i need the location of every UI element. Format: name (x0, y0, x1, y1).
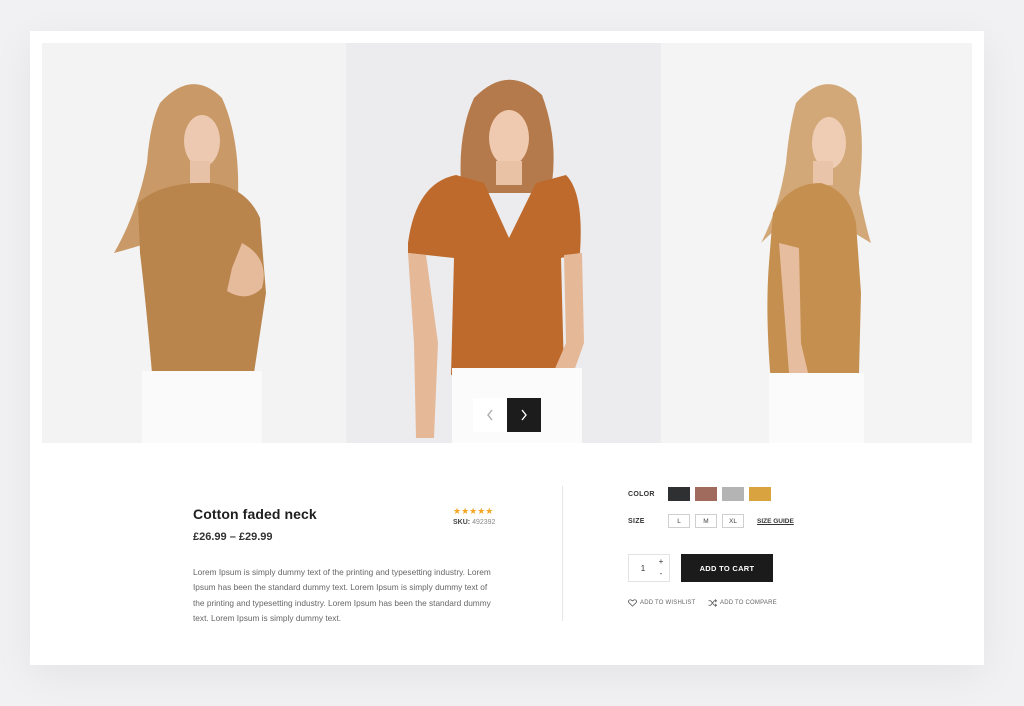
add-to-cart-button[interactable]: ADD TO CART (681, 554, 773, 582)
heart-icon (628, 599, 637, 607)
sku-label: SKU: (453, 519, 471, 526)
model-side-illustration (761, 84, 871, 443)
info-divider (562, 486, 563, 621)
product-image-front-view[interactable] (346, 43, 661, 443)
shuffle-icon (708, 599, 717, 607)
rating-stars-icon: ★★★★★ (453, 506, 494, 516)
size-guide-link[interactable]: SIZE GUIDE (757, 518, 794, 525)
product-sku: SKU: 492392 (453, 519, 513, 526)
model-front-illustration (408, 79, 584, 443)
quantity-decrease-button[interactable]: - (655, 568, 667, 580)
model-back-illustration (114, 84, 266, 443)
product-description: Lorem Ipsum is simply dummy text of the … (193, 567, 491, 623)
chevron-left-icon (487, 409, 493, 421)
product-image-back-view[interactable] (42, 43, 346, 443)
quantity-value[interactable]: 1 (629, 555, 657, 581)
size-option-l[interactable]: L (668, 514, 690, 528)
size-option-m[interactable]: M (695, 514, 717, 528)
product-gallery (42, 43, 972, 443)
color-swatch-grey[interactable] (722, 487, 744, 501)
chevron-right-icon (521, 409, 527, 421)
size-label: SIZE (628, 518, 645, 525)
quantity-stepper: 1 + - (628, 554, 670, 582)
color-label: COLOR (628, 491, 655, 498)
compare-label: ADD TO COMPARE (720, 600, 777, 606)
color-swatch-dark[interactable] (668, 487, 690, 501)
quantity-increase-button[interactable]: + (655, 556, 667, 568)
product-card: Cotton faded neck £26.99 – £29.99 ★★★★★ … (30, 31, 984, 665)
color-swatch-brown[interactable] (695, 487, 717, 501)
product-rating: ★★★★★ SKU: 492392 (453, 506, 513, 526)
size-option-xl[interactable]: XL (722, 514, 744, 528)
gallery-prev-button[interactable] (473, 398, 507, 432)
add-to-compare-link[interactable]: ADD TO COMPARE (708, 599, 777, 607)
add-to-wishlist-link[interactable]: ADD TO WISHLIST (628, 599, 695, 607)
wishlist-label: ADD TO WISHLIST (640, 600, 696, 606)
color-swatch-mustard[interactable] (749, 487, 771, 501)
sku-value: 492392 (472, 519, 496, 526)
gallery-next-button[interactable] (507, 398, 541, 432)
product-info: Cotton faded neck £26.99 – £29.99 ★★★★★ … (193, 506, 503, 626)
product-price: £26.99 – £29.99 (193, 531, 273, 543)
product-image-side-view[interactable] (661, 43, 972, 443)
